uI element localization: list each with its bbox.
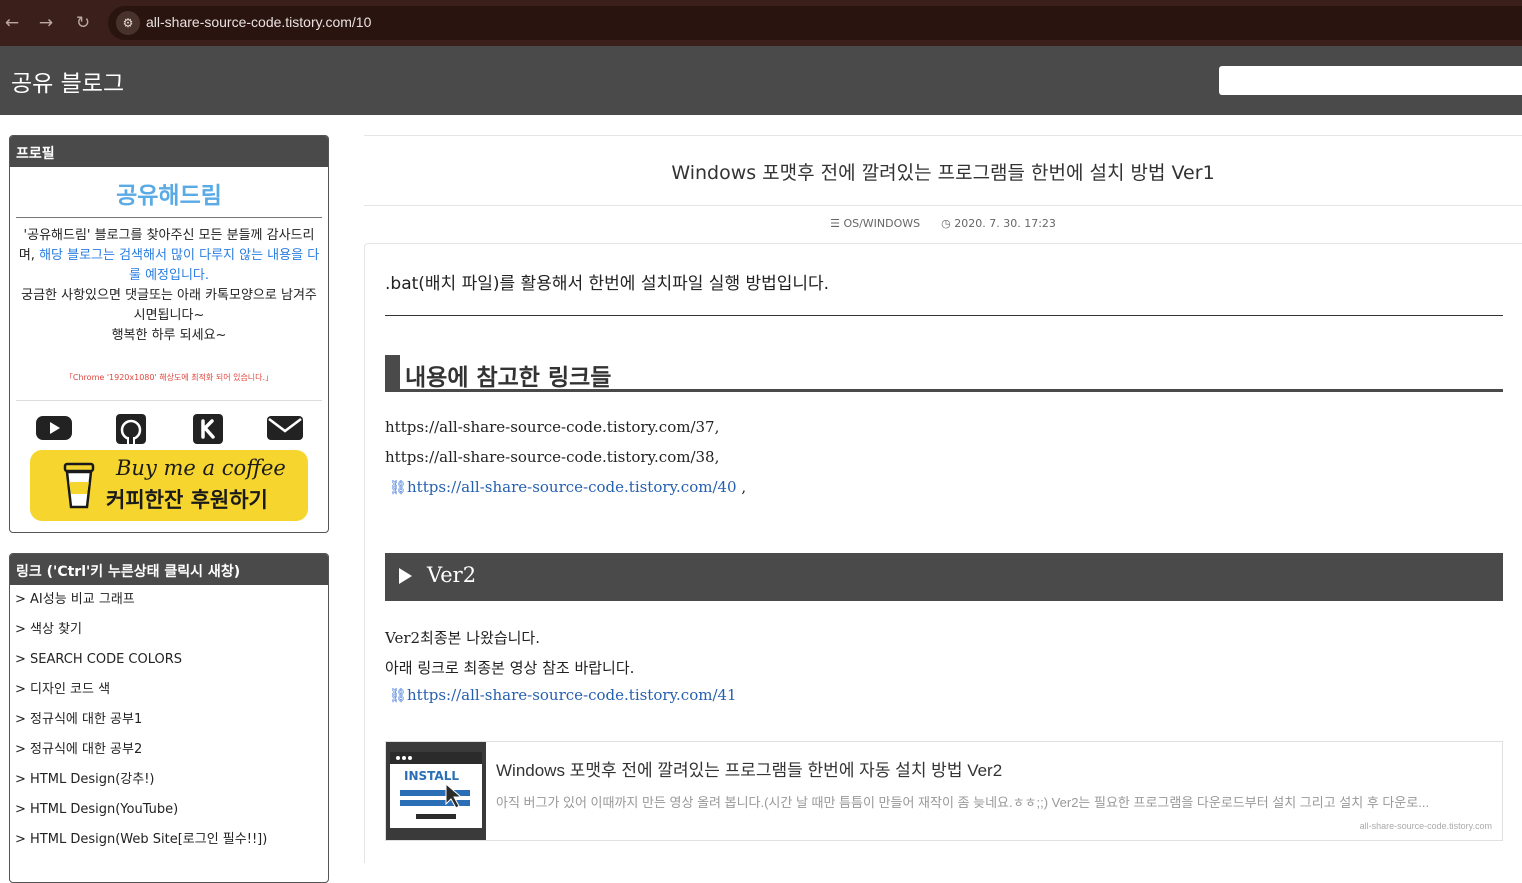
profile-heading: 프로필 bbox=[10, 136, 328, 167]
link-item[interactable]: > 색상 찾기 bbox=[15, 619, 328, 649]
ver2-link[interactable]: ⛓https://all-share-source-code.tistory.c… bbox=[389, 686, 737, 704]
coffee-label-korean: 커피한잔 후원하기 bbox=[106, 488, 268, 512]
site-info-icon[interactable]: ⚙ bbox=[116, 11, 140, 35]
post-date: 2020. 7. 30. 17:23 bbox=[954, 217, 1056, 230]
link-item[interactable]: > 정규식에 대한 공부1 bbox=[15, 709, 328, 739]
reference-link-text: https://all-share-source-code.tistory.co… bbox=[385, 448, 720, 466]
post-meta: ☰ OS/WINDOWS ◷ 2020. 7. 30. 17:23 bbox=[364, 217, 1522, 230]
heading-bar bbox=[385, 355, 400, 389]
post-category[interactable]: OS/WINDOWS bbox=[843, 217, 920, 230]
post-intro: .bat(배치 파일)를 활용해서 한번에 설치파일 실행 방법입니다. bbox=[385, 274, 830, 294]
link-chain-icon: ⛓ bbox=[389, 688, 407, 704]
blog-title[interactable]: 공유 블로그 bbox=[11, 64, 124, 98]
ver2-link-url[interactable]: https://all-share-source-code.tistory.co… bbox=[407, 686, 737, 704]
ver2-text: Ver2최종본 나왔습니다. bbox=[385, 629, 540, 647]
link-item[interactable]: > HTML Design(Web Site[로그인 필수!!]) bbox=[15, 829, 328, 859]
link-item[interactable]: > SEARCH CODE COLORS bbox=[15, 649, 328, 679]
post-title: Windows 포맷후 전에 깔려있는 프로그램들 한번에 설치 방법 Ver1 bbox=[671, 162, 1215, 184]
ver2-text: 아래 링크로 최종본 영상 참조 바랍니다. bbox=[385, 659, 635, 677]
profile-desc-text-2: 궁금한 사항있으면 댓글또는 아래 카톡모양으로 남겨주시면됩니다~ bbox=[21, 288, 317, 323]
reference-link-url[interactable]: https://all-share-source-code.tistory.co… bbox=[407, 478, 737, 496]
profile-desc-text-3: 행복한 하루 되세요~ bbox=[111, 328, 227, 343]
post-title-area: Windows 포맷후 전에 깔려있는 프로그램들 한번에 설치 방법 Ver1 bbox=[364, 135, 1522, 206]
search-input[interactable] bbox=[1219, 66, 1522, 95]
section-heading-text: 내용에 참고한 링크들 bbox=[405, 365, 612, 391]
card-title[interactable]: Windows 포맷후 전에 깔려있는 프로그램들 한번에 자동 설치 방법 V… bbox=[496, 756, 1002, 781]
link-preview-card[interactable]: INSTALL Windows 포맷후 전에 깔려있는 프로그램들 한번에 자동… bbox=[385, 741, 1503, 841]
coffee-cup-icon bbox=[63, 462, 95, 509]
divider bbox=[385, 315, 1503, 316]
link-item[interactable]: > 디자인 코드 색 bbox=[15, 679, 328, 709]
back-arrow-icon[interactable]: ← bbox=[0, 11, 24, 35]
github-icon[interactable] bbox=[115, 413, 147, 445]
links-list: > AI성능 비교 그래프 > 색상 찾기 > SEARCH CODE COLO… bbox=[10, 585, 328, 859]
link-item[interactable]: > HTML Design(YouTube) bbox=[15, 799, 328, 829]
mail-icon[interactable] bbox=[266, 413, 304, 443]
clock-icon: ◷ bbox=[941, 217, 951, 230]
reference-link-text: https://all-share-source-code.tistory.co… bbox=[385, 418, 720, 436]
social-icons bbox=[10, 401, 328, 445]
links-box: 링크 ('Ctrl'키 누른상태 클릭시 새창) > AI성능 비교 그래프 >… bbox=[9, 553, 329, 883]
link-chain-icon: ⛓ bbox=[389, 480, 407, 496]
card-description: 아직 버그가 있어 이때까지 만든 영상 올려 봅니다.(시간 날 때만 틈틈이… bbox=[496, 795, 1430, 810]
link-item[interactable]: > AI성능 비교 그래프 bbox=[15, 589, 328, 619]
profile-box: 프로필 공유해드림 '공유해드림' 블로그를 찾아주신 모든 분들께 감사드리며… bbox=[9, 135, 329, 533]
reload-icon[interactable]: ↻ bbox=[71, 11, 95, 35]
card-url: all-share-source-code.tistory.com bbox=[1359, 821, 1492, 831]
category-list-icon: ☰ bbox=[830, 217, 840, 230]
link-item[interactable]: > HTML Design(강추!) bbox=[15, 769, 328, 799]
profile-desc-highlight: 해당 블로그는 검색해서 많이 다루지 않는 내용을 다룰 예정입니다. bbox=[39, 248, 320, 283]
post-content: .bat(배치 파일)를 활용해서 한번에 설치파일 실행 방법입니다. 내용에… bbox=[364, 243, 1522, 863]
blog-header: 공유 블로그 bbox=[0, 46, 1522, 115]
youtube-icon[interactable] bbox=[35, 413, 73, 443]
section-heading: 내용에 참고한 링크들 bbox=[385, 355, 1503, 392]
reference-link[interactable]: ⛓https://all-share-source-code.tistory.c… bbox=[389, 478, 746, 496]
play-arrow-icon bbox=[399, 568, 412, 584]
thumb-label: INSTALL bbox=[404, 769, 459, 783]
install-thumbnail-icon: INSTALL bbox=[386, 742, 486, 840]
links-heading: 링크 ('Ctrl'키 누른상태 클릭시 새창) bbox=[10, 554, 328, 585]
kakao-icon[interactable] bbox=[192, 413, 224, 445]
link-item[interactable]: > 정규식에 대한 공부2 bbox=[15, 739, 328, 769]
coffee-label: Buy me a coffee bbox=[116, 456, 286, 480]
fold-label: Ver2 bbox=[427, 563, 477, 587]
profile-description: '공유해드림' 블로그를 찾아주신 모든 분들께 감사드리며, 해당 블로그는 … bbox=[10, 218, 328, 346]
address-bar[interactable]: ⚙ all-share-source-code.tistory.com/10 bbox=[108, 6, 1522, 40]
forward-arrow-icon[interactable]: → bbox=[34, 11, 58, 35]
profile-name: 공유해드림 bbox=[116, 183, 222, 209]
link-tail: , bbox=[736, 478, 747, 496]
browser-toolbar: ← → ↻ ⚙ all-share-source-code.tistory.co… bbox=[0, 0, 1522, 46]
buy-me-a-coffee-button[interactable]: Buy me a coffee 커피한잔 후원하기 bbox=[30, 450, 308, 521]
resolution-note: 「Chrome '1920x1080' 해상도에 최적화 되어 있습니다.」 bbox=[64, 373, 274, 382]
url-text[interactable]: all-share-source-code.tistory.com/10 bbox=[146, 14, 371, 30]
ver2-fold-toggle[interactable]: Ver2 bbox=[385, 553, 1503, 601]
